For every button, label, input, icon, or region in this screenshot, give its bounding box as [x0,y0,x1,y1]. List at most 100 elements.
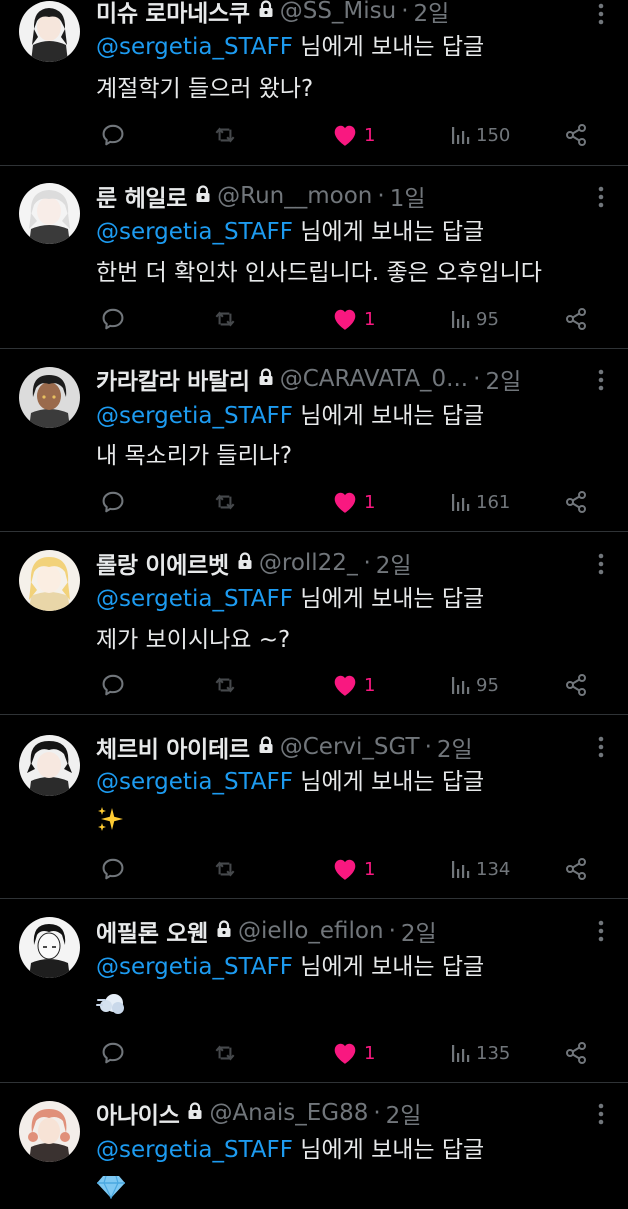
like-button[interactable]: 1 [332,118,375,152]
gem-emoji [96,1173,126,1209]
avatar[interactable] [19,1,80,62]
mention-link[interactable]: @sergetia_STAFF [96,769,293,795]
replying-to: @sergetia_STAFF 님에게 보내는 답글 [96,765,608,799]
share-icon [564,307,588,331]
share-button[interactable] [564,485,588,519]
timestamp[interactable]: 2일 [414,0,450,28]
avatar[interactable] [19,1101,80,1162]
more-icon[interactable] [598,919,604,943]
retweet-icon [212,856,238,882]
display-name[interactable]: 아나이스 [96,1096,180,1130]
display-name[interactable]: 룬 헤일로 [96,179,187,213]
tweet-header: 아나이스 @Anais_EG88 · 2일 [96,1096,588,1130]
more-icon[interactable] [598,552,604,576]
views-button[interactable]: 134 [450,852,510,886]
reply-tweet[interactable]: 체르비 아이테르 @Cervi_SGT · 2일 @sergetia_STAFF… [0,715,628,899]
avatar[interactable] [19,183,80,244]
handle[interactable]: @roll22_ [259,550,359,576]
avatar[interactable] [19,917,80,978]
avatar[interactable] [19,367,80,428]
timestamp[interactable]: 2일 [485,362,521,396]
timestamp[interactable]: 2일 [376,546,412,580]
action-bar: 1 95 [96,302,606,336]
mention-link[interactable]: @sergetia_STAFF [96,34,293,60]
reply-button[interactable] [100,118,126,152]
replying-to: @sergetia_STAFF 님에게 보내는 답글 [96,399,608,433]
retweet-button[interactable] [212,485,238,519]
retweet-button[interactable] [212,302,238,336]
retweet-button[interactable] [212,668,238,702]
more-icon[interactable] [598,2,604,26]
display-name[interactable]: 미슈 로마네스쿠 [96,0,250,28]
replying-to-label: 님에게 보내는 답글 [293,34,485,60]
lock-icon [237,550,253,576]
views-bar-chart-icon [450,858,472,880]
handle[interactable]: @Anais_EG88 [209,1100,368,1126]
reply-button[interactable] [100,302,126,336]
reply-tweet[interactable]: 미슈 로마네스쿠 @SS_Misu · 2일 @sergetia_STAFF 님… [0,0,628,166]
avatar[interactable] [19,550,80,611]
share-button[interactable] [564,668,588,702]
reply-tweet[interactable]: 아나이스 @Anais_EG88 · 2일 @sergetia_STAFF 님에… [0,1083,628,1200]
views-button[interactable]: 150 [450,118,510,152]
timestamp[interactable]: 2일 [401,914,437,948]
sparkles-emoji [96,805,124,843]
heart-filled-icon [332,123,358,147]
like-button[interactable]: 1 [332,1036,375,1070]
more-icon[interactable] [598,1102,604,1126]
more-icon[interactable] [598,735,604,759]
like-button[interactable]: 1 [332,852,375,886]
mention-link[interactable]: @sergetia_STAFF [96,403,293,429]
like-button[interactable]: 1 [332,668,375,702]
replying-to-label: 님에게 보내는 답글 [293,954,485,980]
view-count: 134 [476,858,511,880]
reply-tweet[interactable]: 에필론 오웬 @iello_efilon · 2일 @sergetia_STAF… [0,899,628,1083]
timestamp[interactable]: 2일 [386,1096,422,1130]
share-button[interactable] [564,302,588,336]
timestamp[interactable]: 2일 [437,730,473,764]
share-button[interactable] [564,852,588,886]
mention-link[interactable]: @sergetia_STAFF [96,1137,293,1163]
replying-to-label: 님에게 보내는 답글 [293,586,485,612]
reply-tweet[interactable]: 룬 헤일로 @Run__moon · 1일 @sergetia_STAFF 님에… [0,166,628,349]
more-icon[interactable] [598,368,604,392]
mention-link[interactable]: @sergetia_STAFF [96,954,293,980]
handle[interactable]: @Cervi_SGT [280,734,420,760]
reply-button[interactable] [100,852,126,886]
handle[interactable]: @iello_efilon [238,918,384,944]
views-button[interactable]: 95 [450,668,499,702]
views-button[interactable]: 161 [450,485,510,519]
handle[interactable]: @Run__moon [217,183,372,209]
reply-icon [100,1040,126,1066]
avatar[interactable] [19,735,80,796]
retweet-button[interactable] [212,852,238,886]
mention-link[interactable]: @sergetia_STAFF [96,219,293,245]
like-button[interactable]: 1 [332,485,375,519]
mention-link[interactable]: @sergetia_STAFF [96,586,293,612]
reply-button[interactable] [100,485,126,519]
handle[interactable]: @CARAVATA_0... [280,366,468,392]
timestamp[interactable]: 1일 [390,179,426,213]
retweet-button[interactable] [212,118,238,152]
view-count: 150 [476,124,511,146]
like-count: 1 [364,674,376,696]
share-icon [564,673,588,697]
display-name[interactable]: 체르비 아이테르 [96,730,250,764]
reply-button[interactable] [100,1036,126,1070]
views-button[interactable]: 95 [450,302,499,336]
handle[interactable]: @SS_Misu [280,0,397,24]
share-button[interactable] [564,118,588,152]
display-name[interactable]: 롤랑 이에르벳 [96,546,229,580]
reply-tweet[interactable]: 롤랑 이에르벳 @roll22_ · 2일 @sergetia_STAFF 님에… [0,532,628,715]
retweet-button[interactable] [212,1036,238,1070]
views-button[interactable]: 135 [450,1036,510,1070]
more-icon[interactable] [598,185,604,209]
display-name[interactable]: 에필론 오웬 [96,914,208,948]
view-count: 95 [476,308,499,330]
reply-tweet[interactable]: 카라칼라 바탈리 @CARAVATA_0... · 2일 @sergetia_S… [0,349,628,532]
like-button[interactable]: 1 [332,302,375,336]
reply-button[interactable] [100,668,126,702]
replying-to-label: 님에게 보내는 답글 [293,1137,485,1163]
share-button[interactable] [564,1036,588,1070]
display-name[interactable]: 카라칼라 바탈리 [96,362,250,396]
